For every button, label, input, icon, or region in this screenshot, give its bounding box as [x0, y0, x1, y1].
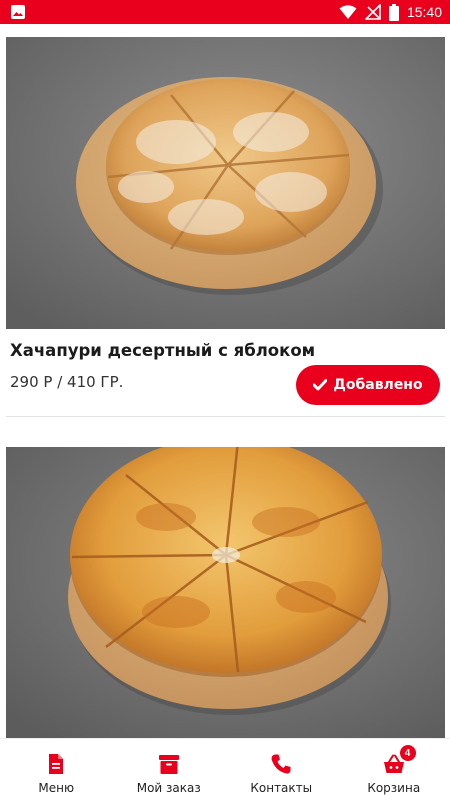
nav-item-contacts[interactable]: Контакты — [225, 739, 338, 800]
image-icon — [11, 5, 25, 19]
nav-label-cart: Корзина — [367, 781, 421, 795]
check-icon — [313, 379, 328, 391]
product-list[interactable]: Хачапури десертный с яблоком 290 Р / 410… — [0, 24, 450, 738]
product-price: 290 Р / 410 ГР. — [10, 373, 124, 391]
nav-item-menu[interactable]: Меню — [0, 739, 113, 800]
nav-label-contacts: Контакты — [250, 781, 313, 795]
document-icon — [49, 754, 64, 774]
nav-item-cart[interactable]: 4 Корзина — [338, 739, 450, 800]
nav-label-menu: Меню — [38, 781, 75, 795]
dessert-khachapuri-photo[interactable] — [6, 37, 445, 329]
status-time: 15:40 — [406, 4, 442, 20]
cart-count-badge: 4 — [399, 745, 416, 761]
status-bar: 15:40 — [0, 0, 450, 24]
product-title: Хачапури десертный с яблоком — [10, 341, 316, 360]
product-card: Хачапури десертный с яблоком 290 Р / 410… — [0, 24, 450, 434]
nav-item-my-order[interactable]: Мой заказ — [113, 739, 226, 800]
archive-box-icon — [158, 755, 179, 774]
phone-icon — [271, 754, 291, 774]
product-card — [0, 434, 450, 738]
wifi-icon — [339, 5, 357, 19]
added-to-cart-button[interactable]: Добавлено — [296, 365, 440, 405]
added-button-label: Добавлено — [333, 377, 423, 393]
bottom-navigation: Меню Мой заказ Контакты 4 Корзина — [0, 738, 450, 800]
no-signal-icon — [364, 4, 381, 20]
khachapuri-photo[interactable] — [6, 447, 445, 738]
card-divider — [6, 416, 445, 417]
nav-label-my-order: Мой заказ — [136, 781, 201, 795]
battery-icon — [388, 3, 399, 21]
